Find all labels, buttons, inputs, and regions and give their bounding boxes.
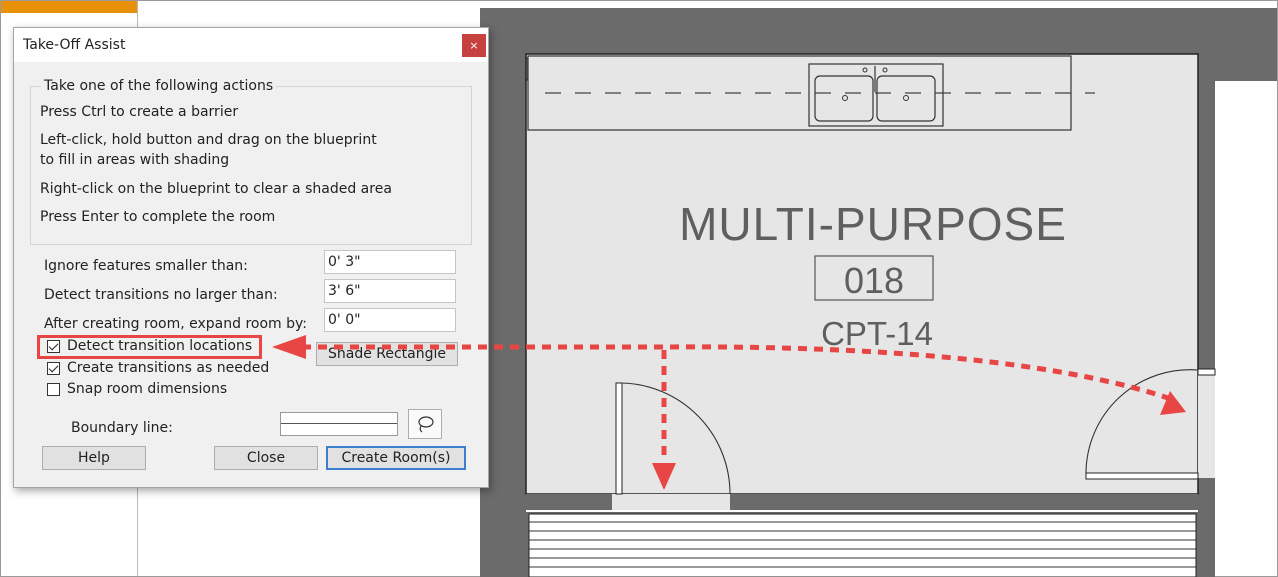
- boundary-line-swatch[interactable]: [280, 412, 398, 436]
- create-transitions-label[interactable]: Create transitions as needed: [67, 360, 269, 376]
- dialog-title: Take-Off Assist: [23, 37, 126, 53]
- finish-code: CPT-14: [821, 315, 933, 352]
- room-number: 018: [844, 260, 904, 301]
- wall-bottom-right: [730, 494, 1198, 510]
- take-off-assist-dialog: Take-Off Assist × Take one of the follow…: [13, 27, 489, 488]
- wall-top: [480, 8, 1277, 54]
- instruction-line: Press Ctrl to create a barrier: [40, 104, 239, 120]
- shade-rectangle-button[interactable]: Shade Rectangle: [316, 342, 458, 366]
- bottom-door-opening: [612, 494, 730, 510]
- ignore-features-label: Ignore features smaller than:: [44, 258, 248, 274]
- help-button[interactable]: Help: [42, 446, 146, 470]
- create-rooms-button[interactable]: Create Room(s): [326, 446, 466, 470]
- actions-group-title: Take one of the following actions: [41, 78, 277, 94]
- detect-transitions-label: Detect transitions no larger than:: [44, 287, 278, 303]
- door-leaf-right: [1085, 472, 1199, 480]
- instruction-line: Left-click, hold button and drag on the …: [40, 132, 377, 148]
- dialog-titlebar[interactable]: Take-Off Assist ×: [14, 28, 488, 62]
- snap-room-dimensions-label[interactable]: Snap room dimensions: [67, 381, 227, 397]
- wall-right-upper: [1198, 54, 1215, 369]
- stairs: [528, 513, 1197, 577]
- wall-right-lower: [1198, 478, 1215, 577]
- expand-room-input[interactable]: [324, 308, 456, 332]
- expand-room-label: After creating room, expand room by:: [44, 316, 307, 332]
- close-icon[interactable]: ×: [462, 34, 486, 57]
- create-transitions-checkbox[interactable]: [47, 362, 60, 375]
- highlight-box: [37, 335, 262, 359]
- instruction-line: to fill in areas with shading: [40, 152, 230, 168]
- detect-transitions-input[interactable]: [324, 279, 456, 303]
- close-button[interactable]: Close: [214, 446, 318, 470]
- ignore-features-input[interactable]: [324, 250, 456, 274]
- instruction-line: Press Enter to complete the room: [40, 209, 276, 225]
- lasso-icon: [418, 416, 434, 433]
- right-door-opening: [1198, 369, 1215, 478]
- room-name-label: MULTI-PURPOSE: [679, 198, 1067, 250]
- wall-bottom-left: [526, 494, 612, 510]
- boundary-line-label: Boundary line:: [71, 420, 173, 436]
- door-leaf-bottom: [615, 382, 623, 495]
- instruction-line: Right-click on the blueprint to clear a …: [40, 181, 392, 197]
- snap-room-dimensions-checkbox[interactable]: [47, 383, 60, 396]
- wall-top-right: [1215, 54, 1277, 81]
- lasso-pick-button[interactable]: [408, 409, 442, 439]
